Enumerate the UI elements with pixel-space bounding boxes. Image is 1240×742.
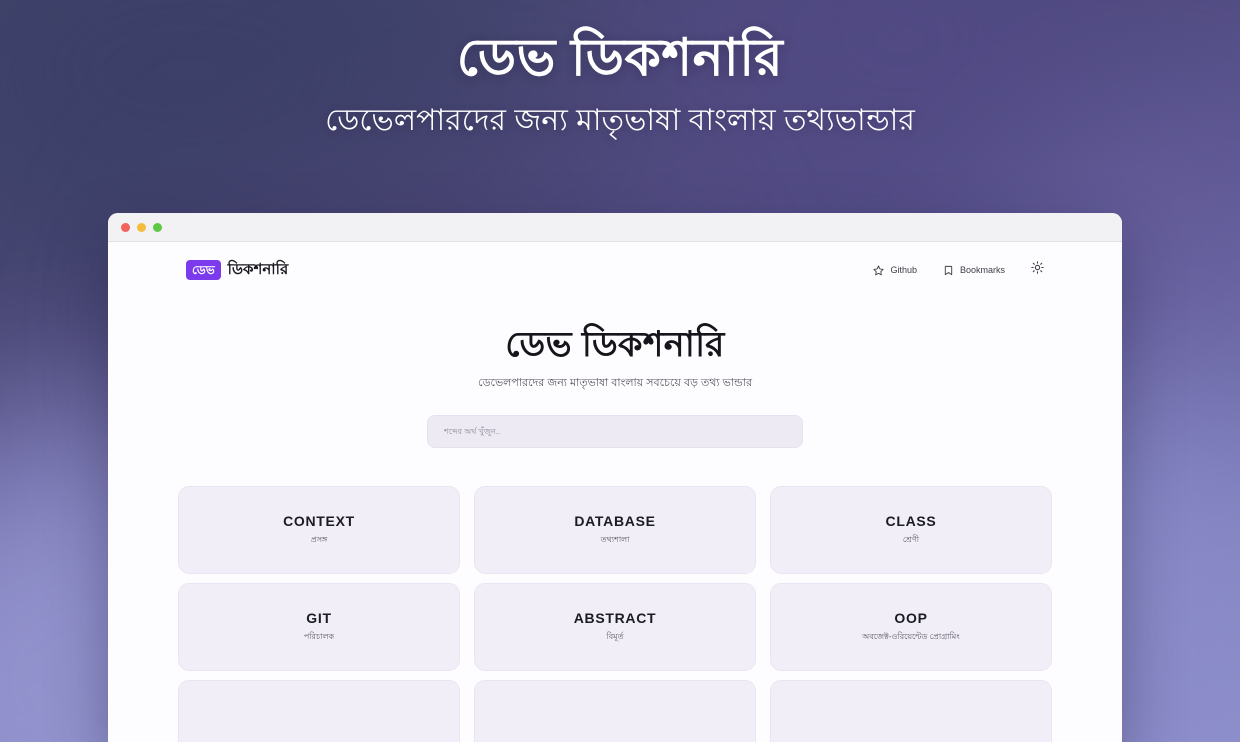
nav-item-bookmarks-label: Bookmarks: [959, 265, 1005, 275]
window-maximize-dot[interactable]: [153, 222, 162, 232]
word-card-grid: CONTEXT প্রসঙ্গ DATABASE তথ্যশালা CLASS …: [178, 485, 1052, 742]
nav-item-github-label: Github: [890, 265, 917, 275]
word-card[interactable]: GIT পরিচালক: [178, 582, 460, 671]
word-card-term: OOP: [894, 609, 928, 626]
word-card-meaning: শ্রেণী: [902, 534, 920, 544]
word-card[interactable]: ABSTRACT বিমূর্ত: [474, 582, 756, 671]
word-card[interactable]: DATABASE তথ্যশালা: [474, 485, 756, 574]
navbar-actions: Github Bookmarks: [873, 261, 1044, 279]
window-minimize-dot[interactable]: [137, 222, 146, 232]
word-card-meaning: প্রসঙ্গ: [310, 534, 328, 544]
hero-section: ডেভ ডিকশনারি ডেভেলপারদের জন্য মাতৃভাষা ব…: [108, 298, 1122, 448]
page-subtitle: ডেভেলপারদের জন্য মাতৃভাষা বাংলায় তথ্যভা…: [325, 104, 915, 138]
search-container: [108, 414, 1122, 448]
word-card-meaning: বিমূর্ত: [606, 631, 624, 641]
theme-toggle-button[interactable]: [1031, 261, 1044, 279]
window-close-dot[interactable]: [121, 222, 130, 232]
word-card[interactable]: [178, 679, 460, 742]
word-card-term: DATABASE: [574, 512, 656, 529]
word-card-meaning: তথ্যশালা: [600, 534, 630, 544]
nav-item-github[interactable]: Github: [873, 264, 917, 276]
brand-name: ডিকশনারি: [227, 260, 289, 278]
search-input[interactable]: [427, 414, 803, 448]
word-card[interactable]: [474, 679, 756, 742]
hero-title: ডেভ ডিকশনারি: [505, 325, 725, 364]
word-card-term: GIT: [306, 609, 332, 626]
sun-icon: [1031, 261, 1044, 279]
brand-logo[interactable]: ডেভ ডিকশনারি: [186, 258, 288, 283]
page-title: ডেভ ডিকশনারি: [456, 29, 784, 87]
word-card[interactable]: CLASS শ্রেণী: [770, 485, 1052, 574]
bookmark-icon: [943, 265, 954, 276]
word-card-term: ABSTRACT: [573, 609, 657, 626]
word-card[interactable]: [770, 679, 1052, 742]
browser-titlebar: [108, 213, 1122, 242]
word-card-term: CONTEXT: [283, 512, 355, 529]
word-card-term: CLASS: [885, 512, 937, 529]
browser-viewport: ডেভ ডিকশনারি Github Bookmarks ডেভ ডিকশনা…: [108, 242, 1122, 742]
browser-window: ডেভ ডিকশনারি Github Bookmarks ডেভ ডিকশনা…: [108, 213, 1122, 742]
nav-item-bookmarks[interactable]: Bookmarks: [943, 265, 1005, 276]
word-card[interactable]: OOP অবজেক্ট-ওরিয়েন্টেড প্রোগ্রামিং: [770, 582, 1052, 671]
brand-badge: ডেভ: [186, 259, 221, 281]
page-header: ডেভ ডিকশনারি ডেভেলপারদের জন্য মাতৃভাষা ব…: [0, 0, 1240, 140]
word-card-meaning: পরিচালক: [303, 631, 335, 641]
hero-subtitle: ডেভেলপারদের জন্য মাতৃভাষা বাংলায় সবচেয়…: [477, 377, 753, 389]
star-icon: [873, 264, 884, 276]
word-card[interactable]: CONTEXT প্রসঙ্গ: [178, 485, 460, 574]
site-navbar: ডেভ ডিকশনারি Github Bookmarks: [108, 242, 1122, 298]
word-card-meaning: অবজেক্ট-ওরিয়েন্টেড প্রোগ্রামিং: [862, 631, 960, 641]
